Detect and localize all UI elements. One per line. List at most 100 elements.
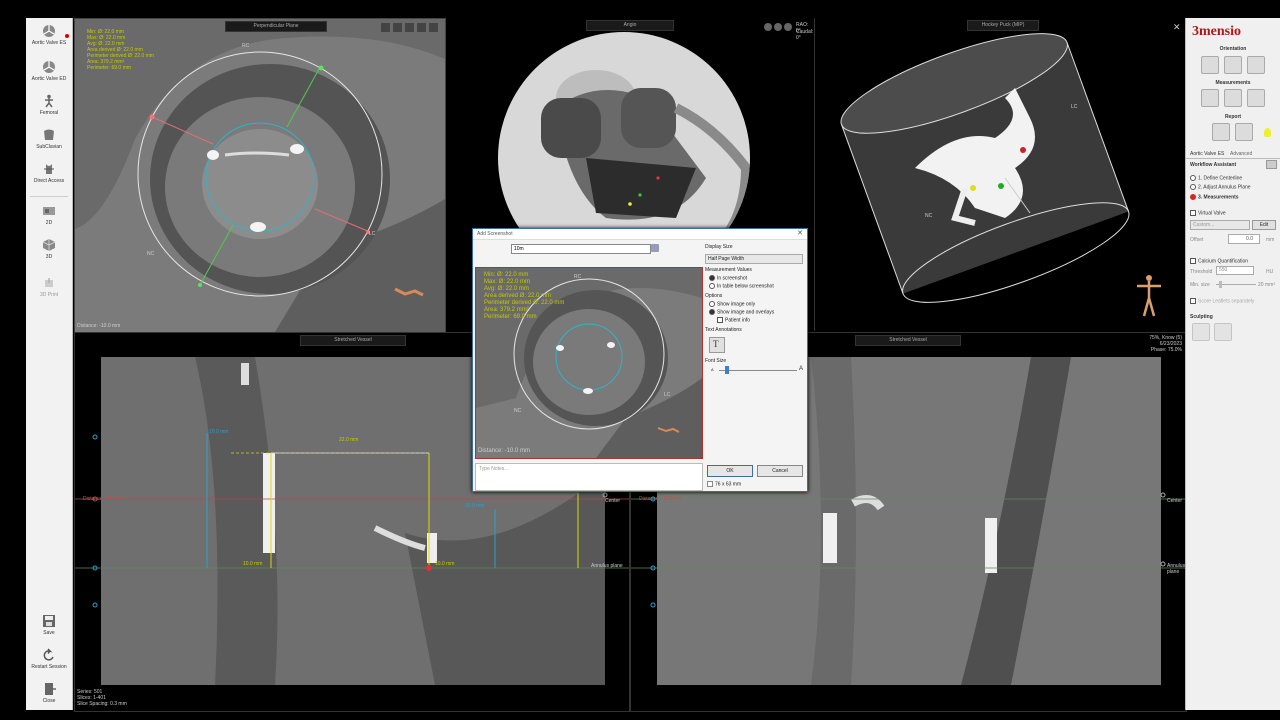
report-button[interactable] [1235,123,1253,141]
dimension-label: 22.0 mm [339,437,359,443]
offset-label: Offset [1190,237,1204,243]
measure-distance-button[interactable] [1201,89,1219,107]
perpendicular-plane-viewport[interactable]: Perpendicular Plane Min: Ø: 22.0 mm Max:… [74,18,446,333]
edit-button[interactable]: Edit [1252,220,1276,230]
virtual-valve-checkbox[interactable]: Virtual Valve [1190,210,1226,216]
dimension-label: 10.0 mm [209,429,229,435]
tab-advanced[interactable]: Advanced [1230,151,1252,157]
add-screenshot-button[interactable] [1212,123,1230,141]
workflow-options-icon[interactable] [1266,160,1277,169]
subclavian-icon [44,129,54,140]
tool-icon[interactable] [393,23,402,32]
options-label: Options [705,293,723,299]
threshold-unit: HU [1266,269,1274,275]
view-2d-button[interactable]: 2D [26,204,72,226]
tool-icon[interactable] [381,23,390,32]
series-info: Series: 501 Slices: 1-401 Slice Spacing:… [77,689,127,707]
show-image-overlays-radio[interactable]: Show image and overlays [709,309,774,315]
workflow-step-3[interactable]: 3. Measurements [1190,194,1239,200]
3d-view-icon [42,239,56,251]
viewport-title: Stretched Vessel [300,335,406,346]
save-icon [43,615,55,627]
patient-info-checkbox[interactable]: Patient info [717,317,750,323]
offset-input[interactable]: 0.0 [1228,234,1260,244]
measurement-overlay: Min: Ø: 22.0 mm Max: Ø: 22.0 mm Avg: Ø: … [87,29,154,71]
font-size-slider[interactable] [719,370,797,371]
meas-line: Max: Ø: 22.0 mm [484,279,531,285]
copy-icon[interactable] [651,244,659,252]
section-heading: Orientation [1219,46,1247,52]
direct-access-button[interactable]: Direct Access [26,162,72,184]
display-size-select[interactable]: Half Page Width [705,254,803,264]
orientation-axial-button[interactable] [1201,56,1219,74]
orientation-coronal-button[interactable] [1247,56,1265,74]
screenshot-name-input[interactable]: 10m [511,244,651,254]
workflow-step-1[interactable]: 1. Define Centerline [1190,175,1242,181]
cusp-label-nc: NC [514,408,522,414]
tool-icon[interactable] [405,23,414,32]
in-table-radio[interactable]: In table below screenshot [709,283,774,289]
min-size-value: 20 mm³ [1258,282,1275,288]
step-label: 1. Define Centerline [1198,175,1243,182]
radio-label: In screenshot [717,275,748,282]
femoral-button[interactable]: Femoral [26,94,72,116]
sculpt-undo-button[interactable] [1214,323,1232,341]
prev-frame-icon[interactable] [764,23,772,31]
toolbar-label: Close [42,698,56,704]
play-icon[interactable] [774,23,782,31]
valve-icon [43,61,55,73]
meas-line: Avg: Ø: 22.0 mm [484,286,529,292]
next-frame-icon[interactable] [784,23,792,31]
close-button[interactable]: Close [26,682,72,704]
dialog-title: Add Screenshot [477,231,513,237]
angulation-caudal: Caudal: 0° [796,29,814,41]
ok-button[interactable]: OK [707,465,753,477]
tool-icon[interactable] [417,23,426,32]
radio-label: Show image only [717,301,756,308]
cancel-button[interactable]: Cancel [757,465,803,477]
text-annotation-tool-icon[interactable]: T [709,337,725,353]
3d-print-button[interactable]: 3D Print [26,276,72,298]
restart-session-button[interactable]: Restart Session [26,648,72,670]
slice-spacing-label: Slice Spacing: 0.3 mm [77,701,127,707]
meas-line: Perimeter: 69.0 mm [484,314,537,320]
sculpting-title: Sculpting [1190,314,1213,320]
viewport-title: Stretched Vessel [855,335,961,346]
checkbox-label: Calcium Quantification [1198,258,1249,265]
view-3d-button[interactable]: 3D [26,238,72,260]
hockey-puck-viewport[interactable]: Hockey Puck (MIP) NC LC ✕ [814,18,1186,331]
tool-icon[interactable] [429,23,438,32]
measure-area-button[interactable] [1247,89,1265,107]
maximize-icon[interactable]: ✕ [1173,23,1181,32]
direct-access-icon [44,164,54,174]
orientation-sagittal-button[interactable] [1224,56,1242,74]
save-button[interactable]: Save [26,614,72,636]
size-info: 76 x 63 mm [707,481,741,487]
toolbar-label: Aortic Valve ED [31,76,67,82]
threshold-input[interactable]: 550 [1216,266,1254,275]
sculpt-tool-button[interactable] [1192,323,1210,341]
slider-thumb[interactable] [1219,281,1222,288]
in-screenshot-radio[interactable]: In screenshot [709,275,747,281]
font-size-slider-thumb[interactable] [724,366,729,374]
valve-select[interactable]: Custom... [1190,220,1250,230]
subclavian-button[interactable]: SubClavian [26,128,72,150]
score-leaflets-checkbox[interactable]: Score Leaflets separately [1190,298,1254,304]
checkbox-label: Patient info [725,317,751,324]
tab-aortic-valve-es[interactable]: Aortic Valve ES [1190,151,1224,157]
show-image-only-radio[interactable]: Show image only [709,301,755,307]
notes-textarea[interactable]: Type Notes... [475,463,703,491]
workflow-step-2[interactable]: 2. Adjust Annulus Plane [1190,184,1251,190]
text-annotations-label: Text Annotations [705,327,742,333]
min-size-slider[interactable] [1216,284,1256,285]
tab-bar: Aortic Valve ES Advanced [1186,148,1280,159]
brand-logo: 3mensio [1192,24,1241,39]
notes-placeholder: Type Notes... [479,466,509,472]
aortic-valve-ed-button[interactable]: Aortic Valve ED [26,60,72,82]
meas-line: Area: 379.2 mm² [484,307,529,313]
display-size-label: Display Size [705,244,733,250]
radio-label: Show image and overlays [717,309,775,316]
close-icon[interactable]: ✕ [797,229,803,237]
calcium-quantification-checkbox[interactable]: Calcium Quantification [1190,258,1248,264]
measure-angle-button[interactable] [1224,89,1242,107]
